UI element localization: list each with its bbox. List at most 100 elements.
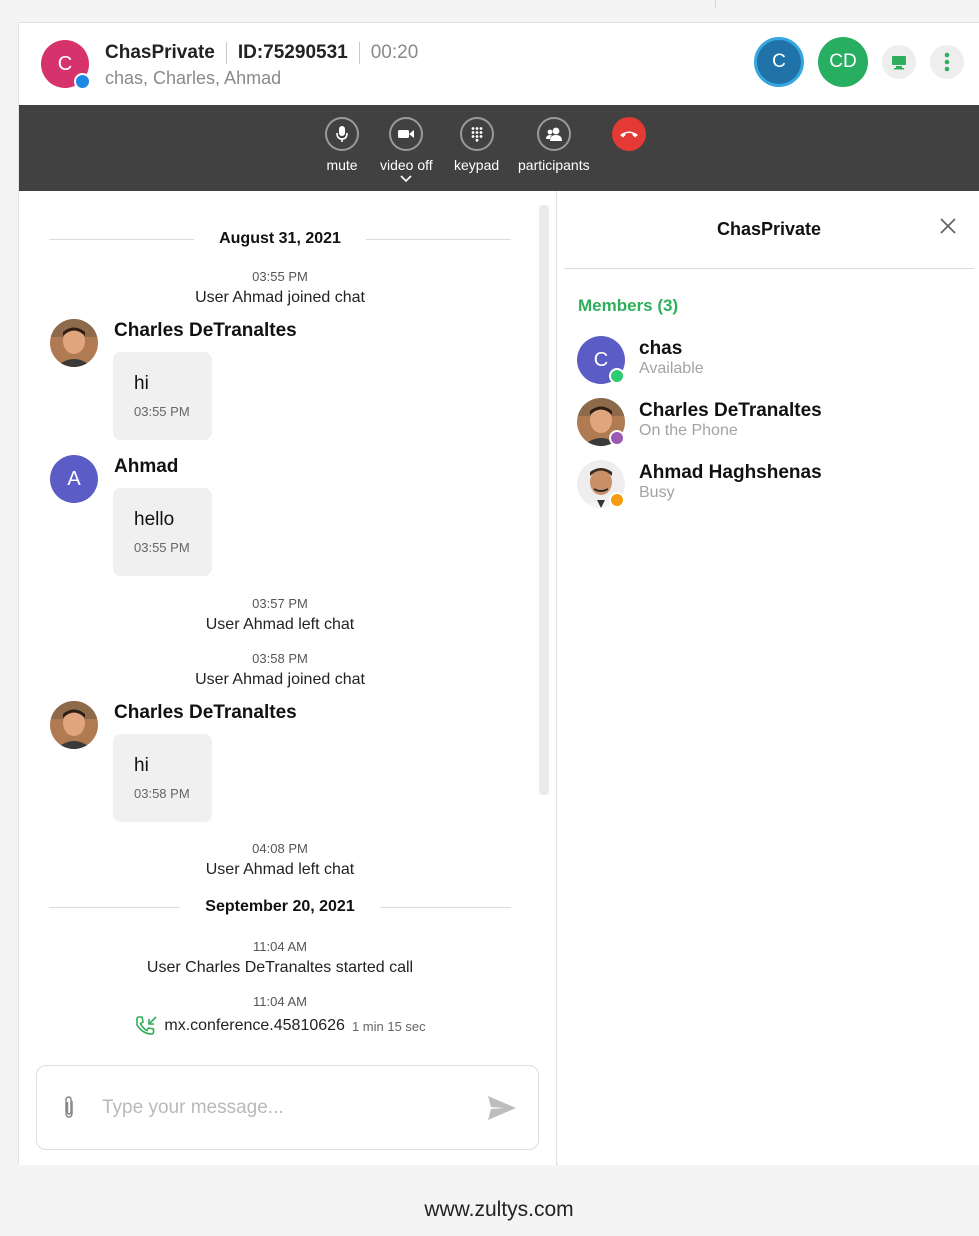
participant-avatar-label: CD: [829, 51, 857, 72]
chat-header: C ChasPrivate ID:75290531 00:20 chas, Ch…: [19, 23, 979, 105]
event-time: 03:57 PM: [252, 596, 308, 611]
on-phone-status-icon: [609, 430, 625, 446]
more-vertical-icon: [944, 52, 950, 72]
participants-label: participants: [518, 157, 590, 173]
attachment-icon[interactable]: [63, 1095, 75, 1119]
date-divider: August 31, 2021: [49, 229, 512, 249]
panel-divider: [564, 268, 974, 269]
hang-up-icon: [620, 131, 638, 138]
call-name: mx.conference.45810626: [164, 1017, 345, 1034]
message-text: hello: [134, 509, 175, 530]
incoming-call-icon: [136, 1016, 157, 1035]
send-icon[interactable]: [487, 1095, 517, 1121]
member-item[interactable]: C chas Available: [577, 336, 977, 386]
system-event: 04:08 PM User Ahmad left chat: [19, 841, 541, 879]
call-record: 11:04 AM: [19, 994, 541, 1009]
close-icon[interactable]: [940, 218, 956, 234]
event-text: User Ahmad joined chat: [195, 289, 365, 306]
event-text: User Ahmad joined chat: [195, 671, 365, 688]
member-status: Busy: [639, 484, 675, 501]
call-time: 11:04 AM: [253, 994, 307, 1009]
ahmad-avatar[interactable]: A: [50, 455, 98, 503]
event-time: 11:04 AM: [253, 939, 307, 954]
date-label: September 20, 2021: [205, 898, 355, 915]
message-time: 03:55 PM: [134, 540, 190, 555]
member-name: Charles DeTranaltes: [639, 400, 822, 421]
divider-line: [379, 906, 512, 908]
event-time: 03:58 PM: [252, 651, 308, 666]
system-event: 03:57 PM User Ahmad left chat: [19, 596, 541, 634]
call-duration: 1 min 15 sec: [351, 1018, 426, 1034]
avatar-letter: A: [67, 467, 81, 490]
message-time: 03:58 PM: [134, 786, 190, 801]
event-text: User Ahmad left chat: [205, 616, 355, 633]
participant-avatar-c[interactable]: C: [754, 37, 804, 87]
participant-avatar-cd[interactable]: CD: [818, 37, 868, 87]
divider: [358, 42, 360, 64]
more-options-button[interactable]: [930, 45, 964, 79]
chat-title: ChasPrivate: [105, 42, 215, 63]
member-item[interactable]: Charles DeTranaltes On the Phone: [577, 398, 977, 448]
end-call-ring: [612, 117, 646, 151]
screen-share-button[interactable]: [882, 45, 916, 79]
video-camera-icon: [398, 130, 415, 138]
system-event: 11:04 AM User Charles DeTranaltes starte…: [19, 939, 541, 977]
divider-line: [49, 906, 181, 908]
message-bubble[interactable]: hello 03:55 PM: [113, 488, 212, 576]
message-bubble[interactable]: hi 03:58 PM: [113, 734, 212, 822]
strip-divider: [715, 0, 716, 8]
mute-label: mute: [326, 157, 358, 173]
avatar-letter: C: [593, 348, 609, 371]
participants-icon: [545, 127, 562, 141]
members-count: Members (3): [578, 296, 679, 315]
group-avatar[interactable]: C: [41, 40, 91, 90]
message-composer: [36, 1065, 539, 1150]
participants-ring: [536, 117, 571, 151]
divider: [225, 42, 227, 64]
event-text: User Charles DeTranaltes started call: [146, 959, 414, 976]
end-call-button[interactable]: [612, 117, 646, 157]
charles-avatar[interactable]: [50, 701, 98, 749]
available-status-icon: [609, 368, 625, 384]
charles-avatar[interactable]: [50, 319, 98, 367]
members-panel: ChasPrivate Members (3) C chas Available…: [558, 191, 979, 1165]
panel-title: ChasPrivate: [716, 219, 822, 239]
message-input[interactable]: [102, 1093, 462, 1123]
member-status: On the Phone: [639, 422, 738, 439]
keypad-icon: [471, 127, 482, 142]
screen-share-icon: [892, 56, 906, 70]
member-name: chas: [639, 338, 683, 359]
chat-pane: August 31, 2021 03:55 PM User Ahmad join…: [19, 191, 557, 1165]
mute-button[interactable]: mute: [325, 117, 359, 173]
mute-ring: [325, 117, 359, 151]
keypad-button[interactable]: keypad: [454, 117, 499, 173]
sender-name: Charles DeTranaltes: [114, 320, 297, 341]
system-event: 03:58 PM User Ahmad joined chat: [19, 651, 541, 689]
participants-button[interactable]: participants: [518, 117, 590, 173]
event-time: 03:55 PM: [252, 269, 308, 284]
sender-name: Ahmad: [114, 456, 179, 477]
member-status: Available: [639, 360, 704, 377]
chat-window: C ChasPrivate ID:75290531 00:20 chas, Ch…: [18, 22, 979, 1165]
divider-line: [365, 238, 512, 240]
participant-avatar-label: C: [772, 51, 786, 72]
message-text: hi: [134, 373, 149, 394]
footer-url[interactable]: www.zultys.com: [0, 1198, 979, 1222]
divider-line: [49, 238, 195, 240]
keypad-ring: [459, 117, 494, 151]
date-divider: September 20, 2021: [49, 897, 512, 917]
system-event: 03:55 PM User Ahmad joined chat: [19, 269, 541, 307]
top-strip: [0, 0, 979, 8]
call-toolbar: mute video off keypad participants: [19, 105, 979, 191]
video-off-button[interactable]: video off: [380, 117, 433, 183]
member-item[interactable]: Ahmad Haghshenas Busy: [577, 460, 977, 510]
call-record-row[interactable]: mx.conference.45810626 1 min 15 sec: [19, 1015, 541, 1037]
message-time: 03:55 PM: [134, 404, 190, 419]
busy-status-icon: [609, 492, 625, 508]
video-ring: [389, 117, 424, 151]
message-bubble[interactable]: hi 03:55 PM: [113, 352, 212, 440]
header-actions: C CD: [740, 37, 964, 87]
call-timer: 00:20: [370, 42, 419, 63]
chevron-down-icon[interactable]: [400, 175, 412, 183]
members-summary: chas, Charles, Ahmad: [105, 68, 282, 88]
